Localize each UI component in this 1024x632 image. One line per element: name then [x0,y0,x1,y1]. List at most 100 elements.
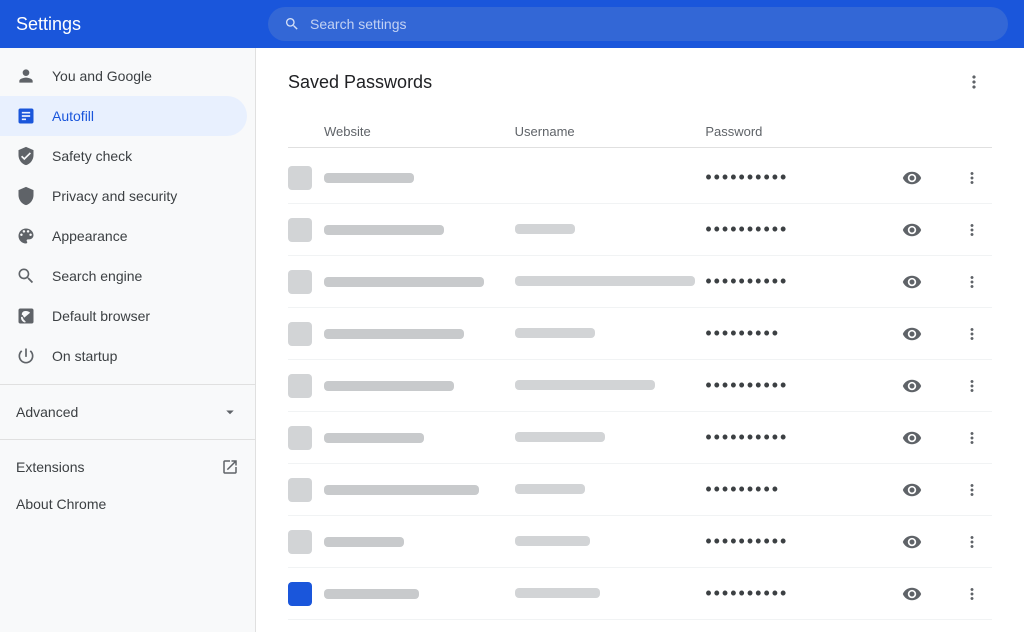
site-favicon [288,530,324,554]
username-cell [515,585,706,603]
password-cell: •••••••••• [705,583,896,604]
main-layout: You and Google Autofill Safety check [0,48,1024,632]
password-list: •••••••••• •••••••••• [288,152,992,632]
sidebar-item-default-browser[interactable]: Default browser [0,296,247,336]
search-icon [284,16,300,32]
search-bar[interactable] [268,7,1008,41]
col-username: Username [515,124,706,139]
header: Settings [0,0,1024,48]
show-password-button[interactable] [896,370,928,402]
table-row: •••••••••• [288,256,992,308]
username-cell [515,221,706,239]
sidebar-item-extensions[interactable]: Extensions [0,448,255,486]
browser-icon [16,306,36,326]
username-cell [515,429,706,447]
site-favicon [288,426,324,450]
password-cell: •••••••••• [705,531,896,552]
autofill-icon [16,106,36,126]
search-engine-icon [16,266,36,286]
show-password-button[interactable] [896,578,928,610]
show-password-button[interactable] [896,318,928,350]
sidebar-item-safety-check[interactable]: Safety check [0,136,247,176]
col-website: Website [324,124,515,139]
row-more-button[interactable] [956,214,988,246]
password-cell: •••••••••• [705,219,896,240]
extensions-label: Extensions [16,459,84,475]
external-link-icon [221,458,239,476]
password-cell: •••••••••• [705,271,896,292]
sidebar: You and Google Autofill Safety check [0,48,256,632]
row-more-button[interactable] [956,526,988,558]
sidebar-divider-1 [0,384,255,385]
show-password-button[interactable] [896,422,928,454]
sidebar-item-safety-check-label: Safety check [52,148,132,164]
password-cell: ••••••••• [705,479,896,500]
row-more-button[interactable] [956,578,988,610]
page-title: Saved Passwords [288,72,432,93]
search-input[interactable] [310,16,992,32]
table-row: •••••••••• [288,568,992,620]
sidebar-item-appearance-label: Appearance [52,228,128,244]
username-cell [515,481,706,499]
website-cell [324,485,515,495]
table-row: ••••••••• [288,464,992,516]
username-cell [515,533,706,551]
table-row: •••••••••• [288,204,992,256]
website-cell [324,537,515,547]
about-chrome-label: About Chrome [16,496,106,512]
show-password-button[interactable] [896,526,928,558]
content-header: Saved Passwords [288,64,992,100]
website-cell [324,329,515,339]
table-row: •••••••••• [288,152,992,204]
power-icon [16,346,36,366]
table-row: •••••••••• [288,360,992,412]
website-cell [324,225,515,235]
row-more-button[interactable] [956,370,988,402]
show-password-button[interactable] [896,474,928,506]
sidebar-item-on-startup-label: On startup [52,348,117,364]
website-cell [324,433,515,443]
sidebar-item-privacy[interactable]: Privacy and security [0,176,247,216]
website-cell [324,173,515,183]
sidebar-item-appearance[interactable]: Appearance [0,216,247,256]
sidebar-item-default-browser-label: Default browser [52,308,150,324]
table-row: ••••••••• [288,308,992,360]
website-cell [324,277,515,287]
site-favicon [288,166,324,190]
more-options-button[interactable] [956,64,992,100]
shield-icon [16,146,36,166]
row-more-button[interactable] [956,474,988,506]
advanced-label: Advanced [16,404,78,420]
sidebar-item-privacy-label: Privacy and security [52,188,177,204]
show-password-button[interactable] [896,214,928,246]
row-more-button[interactable] [956,422,988,454]
row-more-button[interactable] [956,318,988,350]
col-password: Password [705,124,896,139]
sidebar-item-on-startup[interactable]: On startup [0,336,247,376]
person-icon [16,66,36,86]
password-cell: •••••••••• [705,427,896,448]
site-favicon [288,322,324,346]
content-area: Saved Passwords Website Username Passwor… [256,48,1024,632]
sidebar-item-autofill[interactable]: Autofill [0,96,247,136]
site-favicon [288,374,324,398]
password-cell: •••••••••• [705,375,896,396]
sidebar-item-advanced[interactable]: Advanced [0,393,255,431]
row-more-button[interactable] [956,266,988,298]
username-cell [515,273,706,291]
site-favicon [288,218,324,242]
palette-icon [16,226,36,246]
table-header: Website Username Password [288,116,992,148]
password-cell: ••••••••• [705,323,896,344]
username-cell [515,325,706,343]
show-password-button[interactable] [896,266,928,298]
site-favicon [288,582,324,606]
sidebar-item-about-chrome[interactable]: About Chrome [0,486,255,522]
privacy-icon [16,186,36,206]
show-password-button[interactable] [896,162,928,194]
sidebar-item-autofill-label: Autofill [52,108,94,124]
sidebar-item-search-engine[interactable]: Search engine [0,256,247,296]
row-more-button[interactable] [956,162,988,194]
sidebar-item-you-and-google[interactable]: You and Google [0,56,247,96]
table-row: •••••••••• [288,620,992,632]
